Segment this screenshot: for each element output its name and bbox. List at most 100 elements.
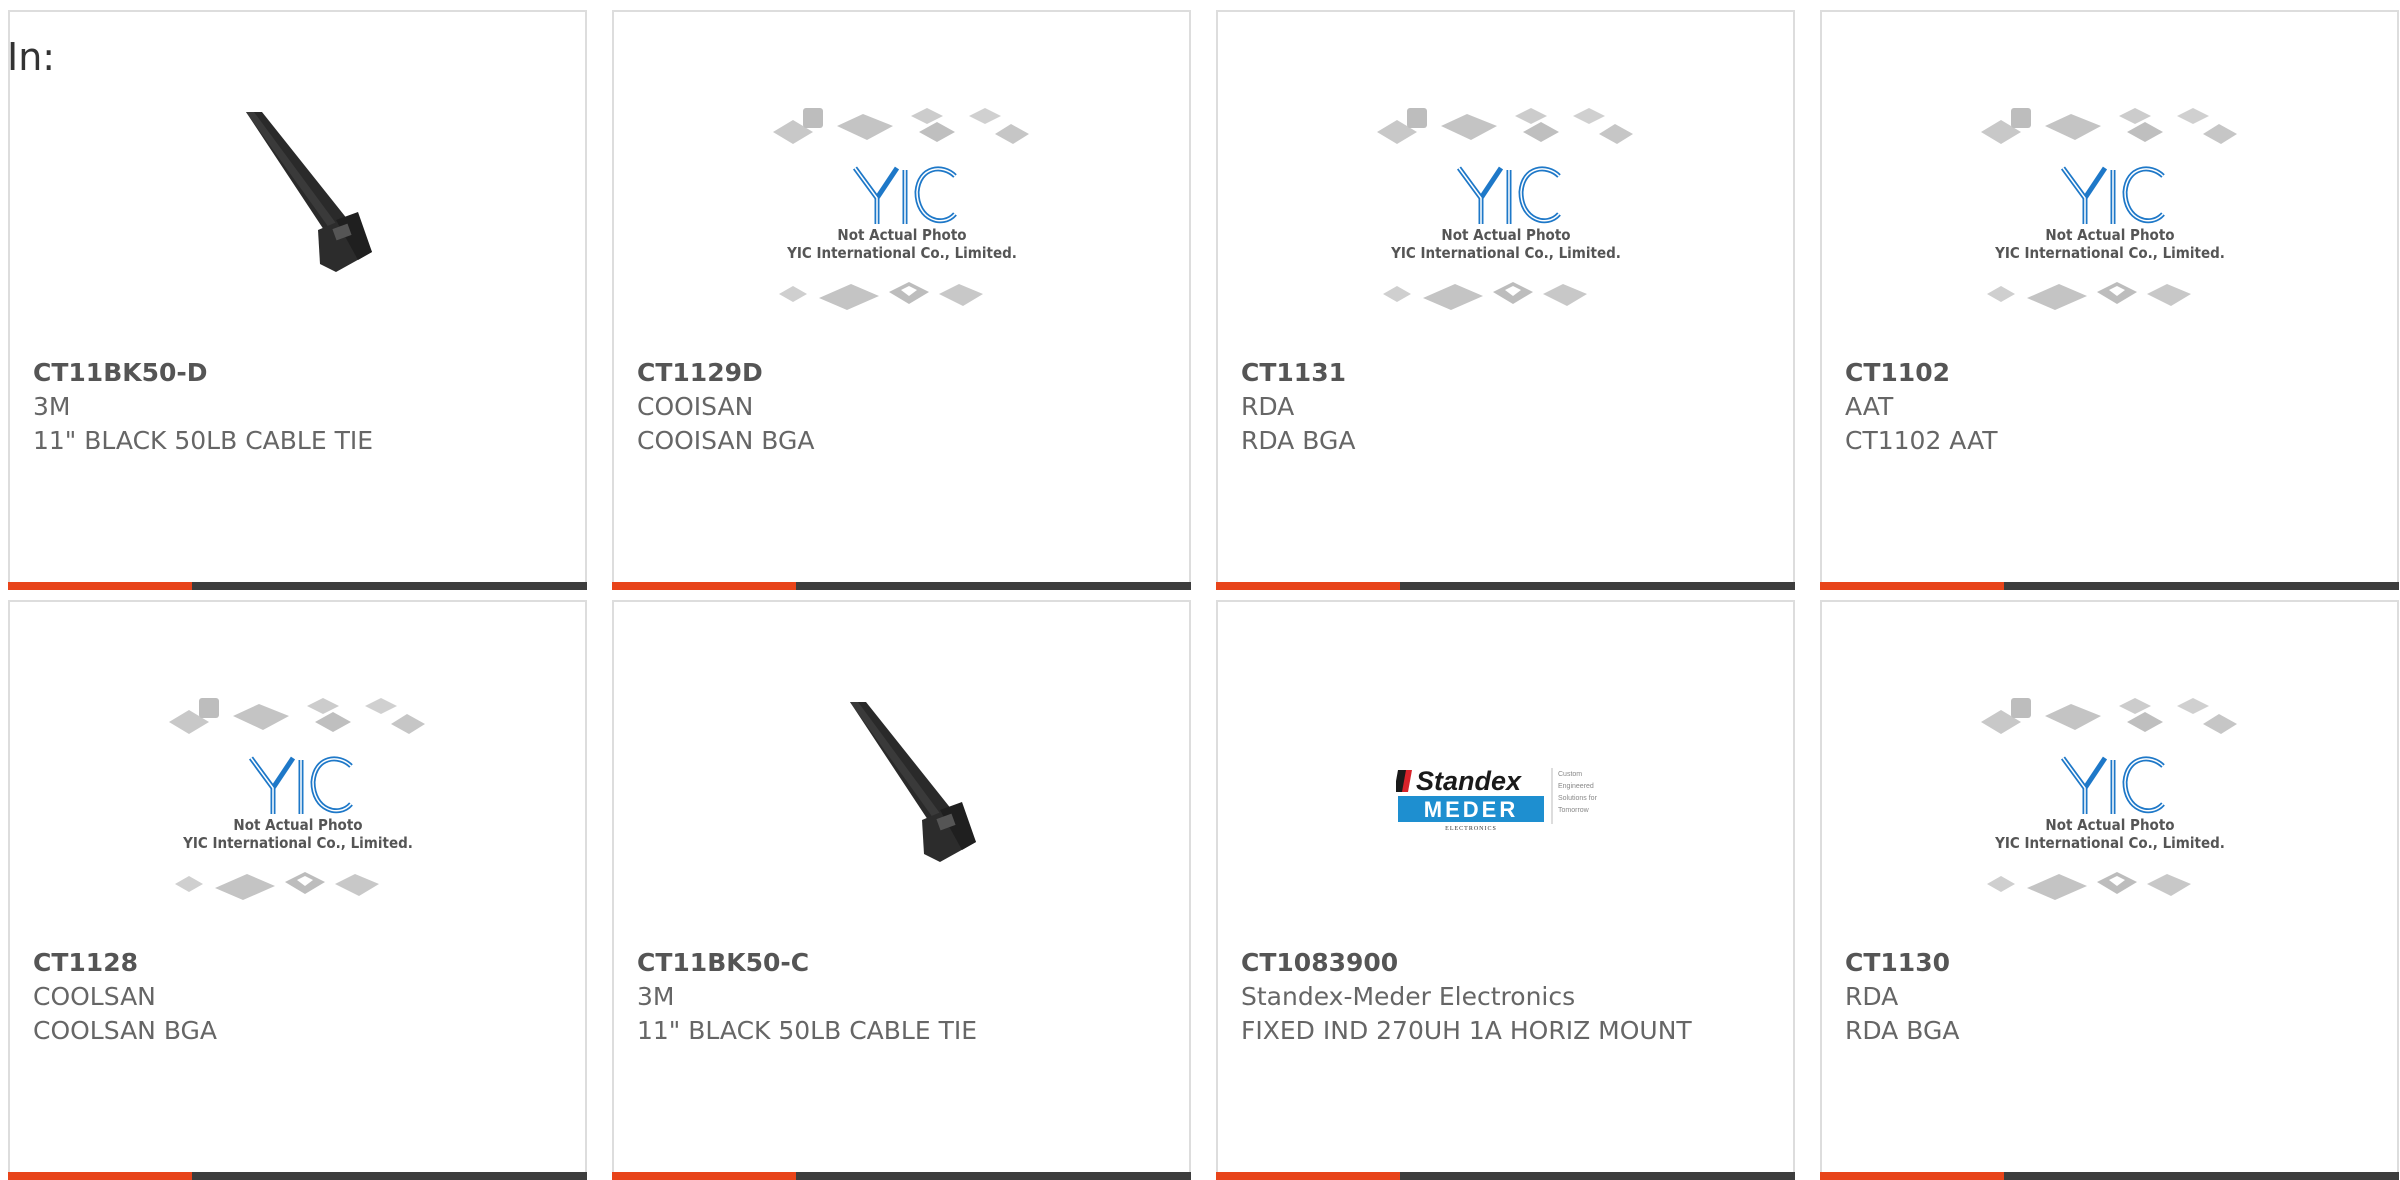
yic-logo xyxy=(2060,166,2165,224)
placeholder-line1: Not Actual Photo xyxy=(837,226,966,244)
card-accent-bar xyxy=(1216,1172,1400,1180)
product-info: CT11BK50-D 3M 11" BLACK 50LB CABLE TIE xyxy=(33,356,565,458)
product-part-number[interactable]: CT11BK50-C xyxy=(637,946,1169,980)
product-description: RDA BGA xyxy=(1845,1016,1960,1045)
product-description: 11" BLACK 50LB CABLE TIE xyxy=(637,1016,978,1045)
product-card[interactable]: CT11BK50-C 3M 11" BLACK 50LB CABLE TIE xyxy=(612,600,1191,1180)
meder-wordmark: MEDER xyxy=(1423,797,1517,822)
product-manufacturer: COOLSAN xyxy=(33,982,156,1011)
product-card[interactable]: Not Actual Photo YIC International Co., … xyxy=(8,600,587,1180)
yic-placeholder-image: Not Actual Photo YIC International Co., … xyxy=(1980,108,2237,310)
chip-cluster-bottom xyxy=(778,282,983,310)
yic-logo xyxy=(852,166,957,224)
product-description: 11" BLACK 50LB CABLE TIE xyxy=(33,426,374,455)
product-info: CT1130 RDA RDA BGA xyxy=(1845,946,2377,1048)
product-description: FIXED IND 270UH 1A HORIZ MOUNT xyxy=(1241,1016,1692,1045)
product-manufacturer: Standex-Meder Electronics xyxy=(1241,982,1576,1011)
tagline-line-1: Engineered xyxy=(1558,783,1594,790)
product-info: CT1131 RDA RDA BGA xyxy=(1241,356,1773,458)
product-description: RDA BGA xyxy=(1241,426,1356,455)
product-manufacturer: COOISAN xyxy=(637,392,754,421)
yic-placeholder-image: Not Actual Photo YIC International Co., … xyxy=(1376,108,1633,310)
product-part-number[interactable]: CT1131 xyxy=(1241,356,1773,390)
card-accent-bar xyxy=(8,1172,192,1180)
chip-cluster-bottom xyxy=(1382,282,1587,310)
chip-cluster-top xyxy=(772,108,1029,144)
card-bottom-bar xyxy=(8,582,587,590)
card-accent-bar xyxy=(1820,582,2004,590)
product-image[interactable] xyxy=(10,67,585,357)
product-part-number[interactable]: CT1130 xyxy=(1845,946,2377,980)
placeholder-line1: Not Actual Photo xyxy=(2045,226,2174,244)
product-card[interactable]: Not Actual Photo YIC International Co., … xyxy=(1820,10,2399,590)
product-image[interactable]: Not Actual Photo YIC International Co., … xyxy=(1822,657,2397,947)
chip-cluster-top xyxy=(1980,698,2237,734)
yic-placeholder-image: Not Actual Photo YIC International Co., … xyxy=(168,698,425,900)
product-image[interactable]: Not Actual Photo YIC International Co., … xyxy=(10,657,585,947)
chip-cluster-top xyxy=(1376,108,1633,144)
product-description: CT1102 AAT xyxy=(1845,426,1998,455)
product-card[interactable]: CT11BK50-D 3M 11" BLACK 50LB CABLE TIE xyxy=(8,10,587,590)
placeholder-line1: Not Actual Photo xyxy=(2045,816,2174,834)
tagline-line-3: Tomorrow xyxy=(1558,807,1590,814)
standex-flag-icon xyxy=(1395,770,1412,792)
product-part-number[interactable]: CT1129D xyxy=(637,356,1169,390)
product-info: CT1083900 Standex-Meder Electronics FIXE… xyxy=(1241,946,1773,1048)
product-card[interactable]: Not Actual Photo YIC International Co., … xyxy=(612,10,1191,590)
yic-logo xyxy=(1456,166,1561,224)
product-image[interactable]: Not Actual Photo YIC International Co., … xyxy=(1218,67,1793,357)
product-image[interactable]: Not Actual Photo YIC International Co., … xyxy=(614,67,1189,357)
card-bottom-bar xyxy=(612,1172,1191,1180)
product-description: COOLSAN BGA xyxy=(33,1016,218,1045)
product-manufacturer: AAT xyxy=(1845,392,1894,421)
card-bottom-bar xyxy=(8,1172,587,1180)
product-part-number[interactable]: CT11BK50-D xyxy=(33,356,565,390)
chip-cluster-bottom xyxy=(1986,872,2191,900)
yic-placeholder-image: Not Actual Photo YIC International Co., … xyxy=(772,108,1029,310)
product-card[interactable]: Standex MEDER ELECTRONICS Custom Enginee… xyxy=(1216,600,1795,1180)
cable-tie-image xyxy=(245,112,372,272)
placeholder-line2: YIC International Co., Limited. xyxy=(1994,834,2225,852)
yic-placeholder-image: Not Actual Photo YIC International Co., … xyxy=(1980,698,2237,900)
product-info: CT1129D COOISAN COOISAN BGA xyxy=(637,356,1169,458)
product-part-number[interactable]: CT1083900 xyxy=(1241,946,1773,980)
product-image[interactable]: Not Actual Photo YIC International Co., … xyxy=(1822,67,2397,357)
placeholder-line2: YIC International Co., Limited. xyxy=(786,244,1017,262)
product-description: COOISAN BGA xyxy=(637,426,815,455)
product-card[interactable]: Not Actual Photo YIC International Co., … xyxy=(1216,10,1795,590)
yic-logo xyxy=(248,756,353,814)
page-heading: In: xyxy=(7,35,56,79)
card-accent-bar xyxy=(612,582,796,590)
placeholder-line2: YIC International Co., Limited. xyxy=(1390,244,1621,262)
product-info: CT1102 AAT CT1102 AAT xyxy=(1845,356,2377,458)
tagline-line-2: Solutions for xyxy=(1558,795,1598,802)
product-manufacturer: RDA xyxy=(1845,982,1899,1011)
product-part-number[interactable]: CT1128 xyxy=(33,946,565,980)
placeholder-line2: YIC International Co., Limited. xyxy=(182,834,413,852)
standex-meder-logo: Standex MEDER ELECTRONICS Custom Enginee… xyxy=(1395,766,1598,832)
chip-cluster-top xyxy=(168,698,425,734)
product-manufacturer: 3M xyxy=(33,392,71,421)
product-manufacturer: RDA xyxy=(1241,392,1295,421)
product-part-number[interactable]: CT1102 xyxy=(1845,356,2377,390)
product-info: CT11BK50-C 3M 11" BLACK 50LB CABLE TIE xyxy=(637,946,1169,1048)
card-accent-bar xyxy=(612,1172,796,1180)
product-image[interactable] xyxy=(614,657,1189,947)
product-grid: CT11BK50-D 3M 11" BLACK 50LB CABLE TIE N… xyxy=(8,10,2399,1180)
placeholder-line2: YIC International Co., Limited. xyxy=(1994,244,2225,262)
card-bottom-bar xyxy=(612,582,1191,590)
card-bottom-bar xyxy=(1216,1172,1795,1180)
tagline-line-0: Custom xyxy=(1558,771,1582,778)
product-info: CT1128 COOLSAN COOLSAN BGA xyxy=(33,946,565,1048)
card-accent-bar xyxy=(8,582,192,590)
card-bottom-bar xyxy=(1820,1172,2399,1180)
product-card[interactable]: Not Actual Photo YIC International Co., … xyxy=(1820,600,2399,1180)
placeholder-line1: Not Actual Photo xyxy=(233,816,362,834)
card-accent-bar xyxy=(1216,582,1400,590)
standex-wordmark: Standex xyxy=(1416,766,1522,796)
yic-logo xyxy=(2060,756,2165,814)
product-manufacturer: 3M xyxy=(637,982,675,1011)
electronics-label: ELECTRONICS xyxy=(1445,826,1497,832)
product-image[interactable]: Standex MEDER ELECTRONICS Custom Enginee… xyxy=(1218,657,1793,947)
placeholder-line1: Not Actual Photo xyxy=(1441,226,1570,244)
